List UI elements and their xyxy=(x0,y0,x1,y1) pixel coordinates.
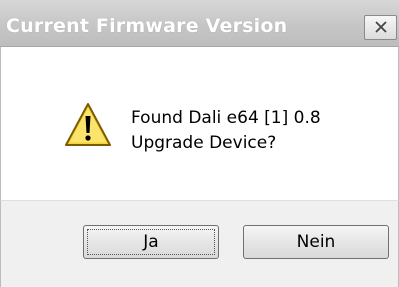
message-line-1: Found Dali e64 [1] 0.8 xyxy=(131,108,321,128)
no-button[interactable]: Nein xyxy=(243,225,389,259)
message-area: Found Dali e64 [1] 0.8 Upgrade Device? xyxy=(0,47,399,200)
button-bar: Ja Nein xyxy=(0,200,399,287)
title-bar[interactable]: Current Firmware Version xyxy=(0,0,399,47)
firmware-dialog: Current Firmware Version Found Dali e64 … xyxy=(0,0,399,287)
close-button[interactable] xyxy=(364,15,397,40)
window-title: Current Firmware Version xyxy=(6,15,288,37)
message-text: Found Dali e64 [1] 0.8 Upgrade Device? xyxy=(131,106,321,156)
message-line-2: Upgrade Device? xyxy=(131,133,277,153)
close-icon xyxy=(375,21,387,33)
yes-button[interactable]: Ja xyxy=(83,225,219,259)
warning-icon xyxy=(65,103,111,146)
